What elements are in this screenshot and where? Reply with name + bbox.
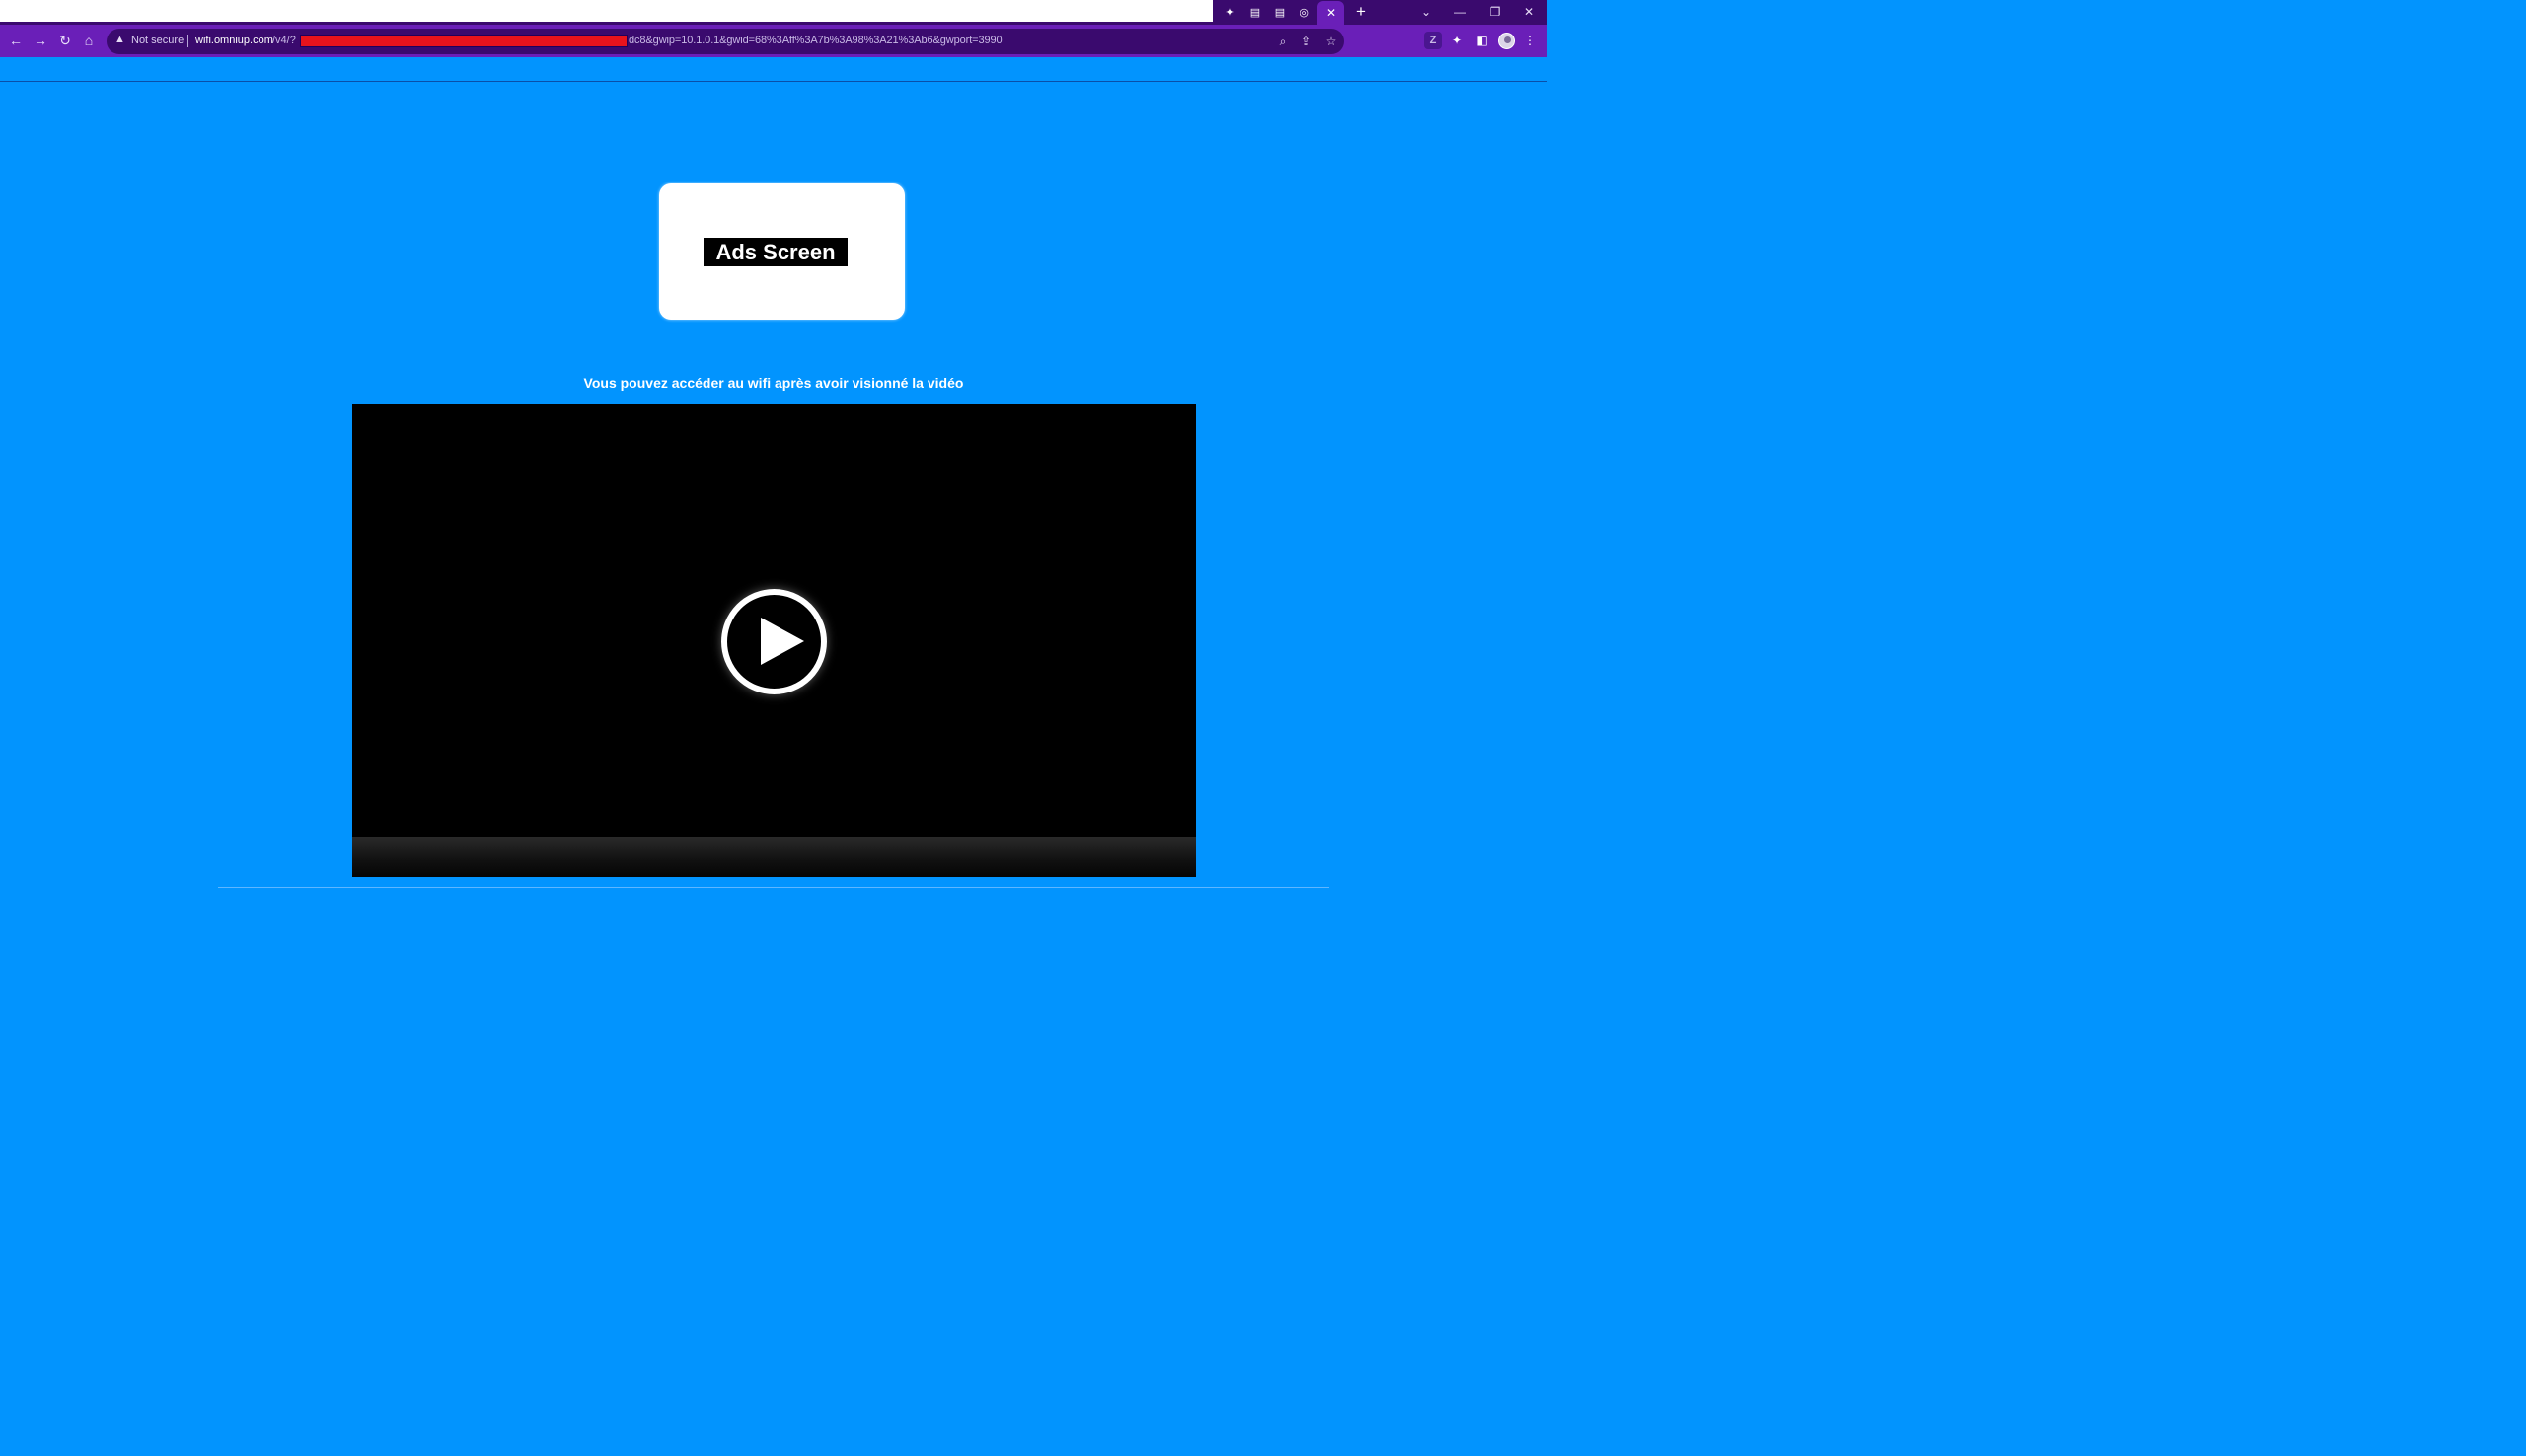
tab-chrome-icon[interactable]: ◎: [1294, 3, 1315, 22]
url-path[interactable]: /v4/?: [272, 35, 296, 46]
url-redaction: [300, 35, 628, 47]
tab-search-icon[interactable]: ⌄: [1414, 2, 1438, 22]
close-window-button[interactable]: ✕: [1518, 2, 1541, 22]
video-controls-bar[interactable]: [352, 837, 1196, 877]
header-divider: [0, 81, 1547, 82]
tab-newspaper-icon[interactable]: ▤: [1269, 3, 1291, 22]
side-panel-icon[interactable]: ◧: [1473, 32, 1491, 49]
address-bar[interactable]: ▲ Not secure wifi.omniup.com /v4/? dc8&g…: [107, 29, 1344, 54]
restore-button[interactable]: ❐: [1483, 2, 1507, 22]
bookmark-star-icon[interactable]: ☆: [1322, 33, 1340, 50]
wifi-notice: Vous pouvez accéder au wifi après avoir …: [583, 375, 964, 391]
footer-divider: [218, 887, 1329, 888]
extension-z-icon[interactable]: Z: [1424, 32, 1442, 49]
url-host[interactable]: wifi.omniup.com: [195, 35, 273, 46]
extensions-puzzle-icon[interactable]: ✦: [1449, 32, 1466, 49]
security-label[interactable]: Not secure: [131, 35, 184, 46]
tab-close-icon[interactable]: ✕: [1321, 3, 1341, 22]
tab-newspaper-icon[interactable]: ▤: [1244, 3, 1266, 22]
profile-avatar[interactable]: [1498, 33, 1515, 49]
tab-strip-blank-area: [0, 0, 1213, 22]
minimize-button[interactable]: —: [1449, 2, 1472, 22]
zoom-icon[interactable]: ⌕: [1274, 33, 1292, 50]
home-button[interactable]: ⌂: [79, 31, 99, 50]
url-separator: [187, 35, 188, 47]
play-button[interactable]: [721, 589, 827, 694]
forward-button[interactable]: →: [31, 31, 50, 50]
menu-icon[interactable]: ⋮: [1522, 32, 1539, 49]
url-query[interactable]: dc8&gwip=10.1.0.1&gwid=68%3Aff%3A7b%3A98…: [629, 35, 1003, 46]
warning-icon[interactable]: ▲: [114, 34, 125, 45]
ad-label: Ads Screen: [704, 238, 848, 266]
share-icon[interactable]: ⇪: [1298, 33, 1315, 50]
ad-card[interactable]: Ads Screen: [659, 183, 905, 320]
play-icon: [761, 618, 804, 665]
tab-puzzle-icon[interactable]: ✦: [1220, 3, 1241, 22]
video-player[interactable]: [352, 404, 1196, 877]
back-button[interactable]: ←: [6, 31, 26, 50]
browser-toolbar: ← → ↻ ⌂ ▲ Not secure wifi.omniup.com /v4…: [0, 25, 1547, 57]
reload-button[interactable]: ↻: [55, 31, 75, 50]
tab-strip: ✦ ▤ ▤ ◎ ✕ + ⌄ — ❐ ✕: [0, 0, 1547, 25]
new-tab-button[interactable]: +: [1351, 2, 1371, 22]
